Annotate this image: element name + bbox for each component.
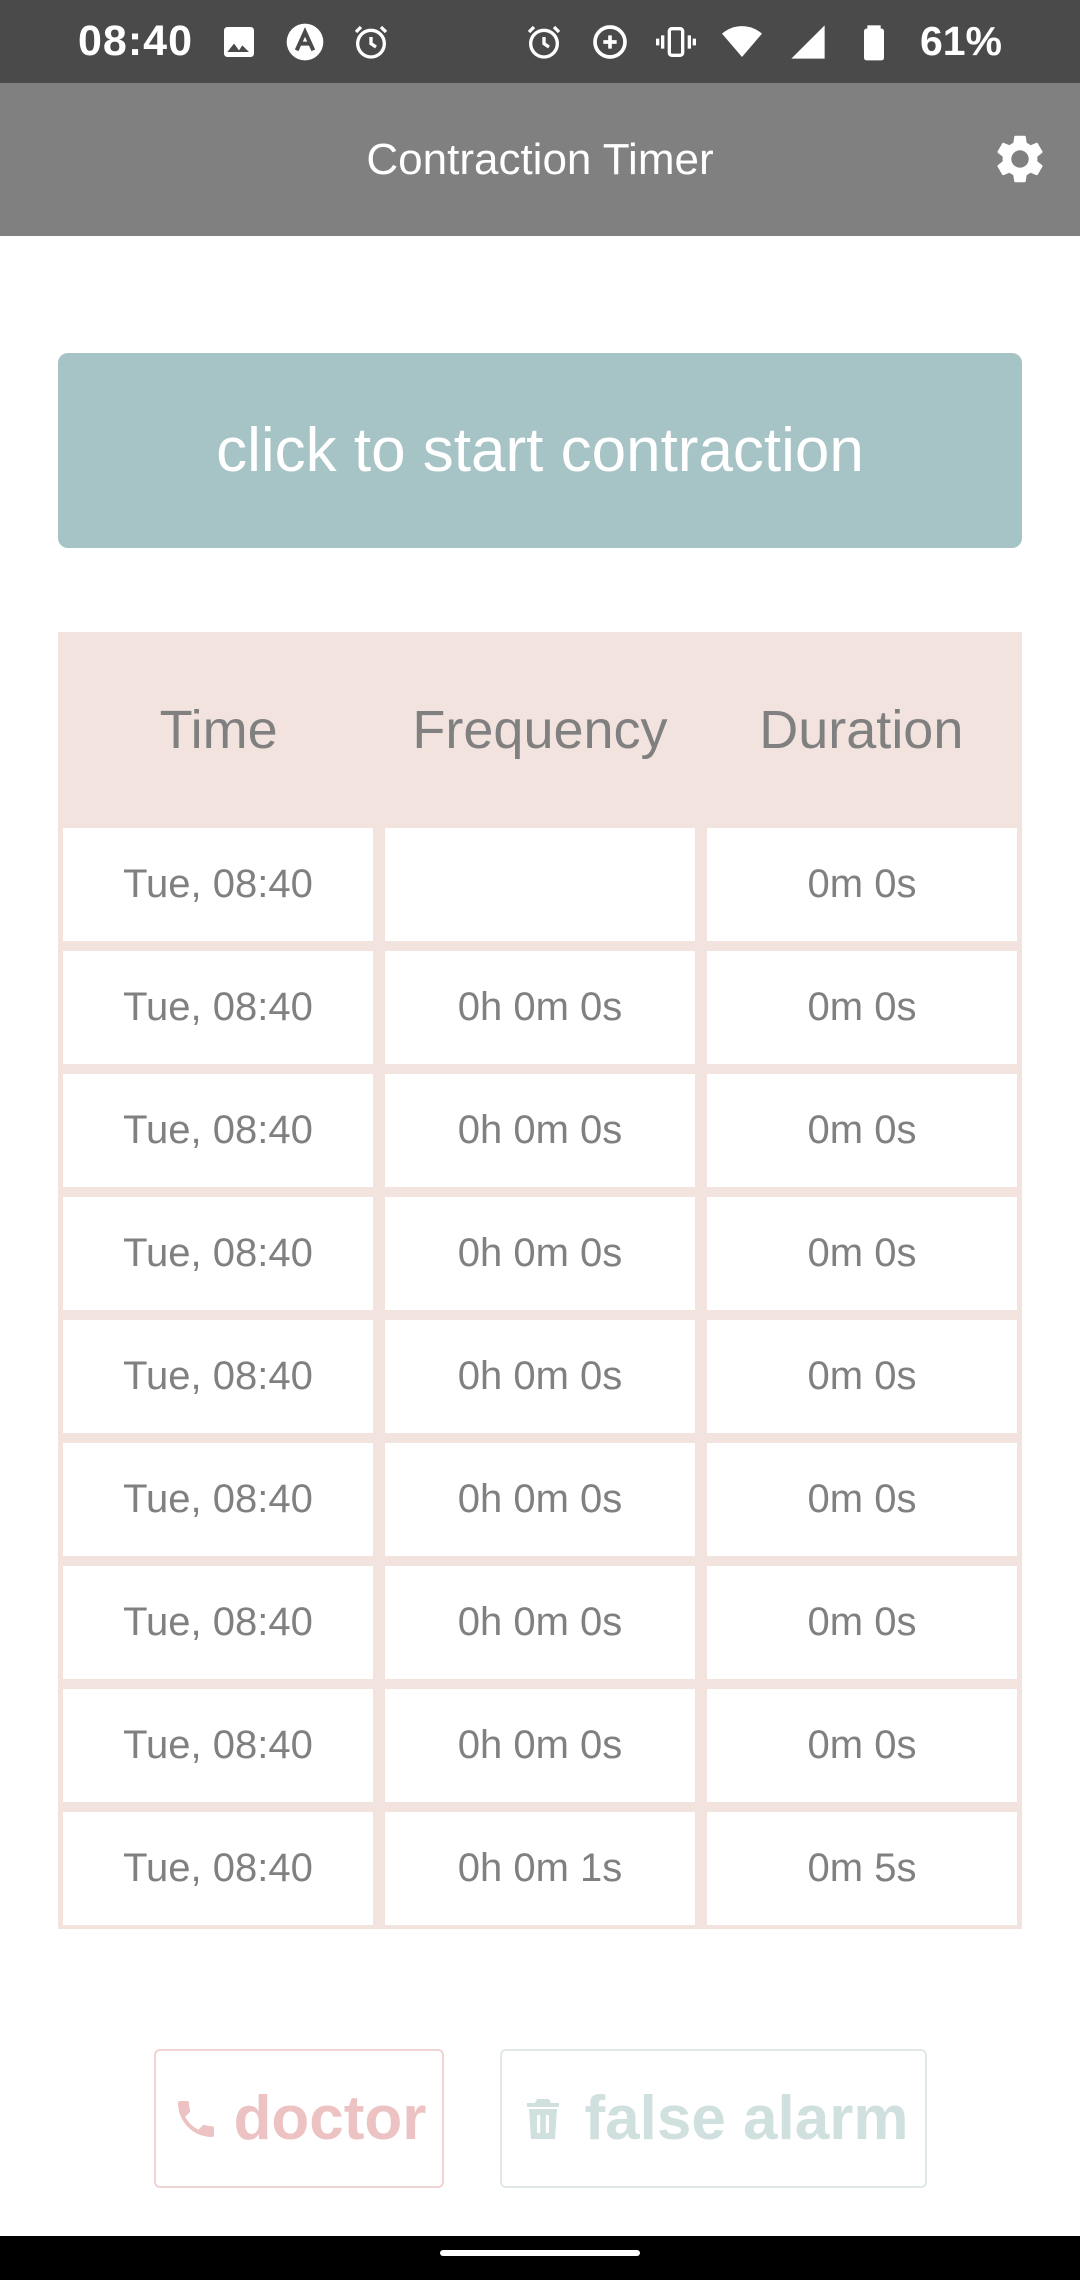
doctor-button[interactable]: doctor	[154, 2049, 444, 2188]
navigation-bar	[0, 2236, 1080, 2280]
data-saver-icon	[590, 22, 630, 62]
cell-frequency: 0h 0m 0s	[385, 1566, 695, 1679]
phone-icon	[172, 2093, 220, 2145]
cell-duration: 0m 0s	[707, 1443, 1017, 1556]
cell-frequency: 0h 0m 1s	[385, 1812, 695, 1925]
table-row: Tue, 08:40 0h 0m 0s 0m 0s	[58, 1197, 1022, 1310]
status-left: 08:40	[78, 17, 391, 66]
signal-icon	[788, 22, 828, 62]
page-title: Contraction Timer	[366, 134, 714, 184]
cell-time: Tue, 08:40	[63, 1074, 373, 1187]
cell-duration: 0m 0s	[707, 828, 1017, 941]
cell-duration: 0m 0s	[707, 1566, 1017, 1679]
column-header-duration: Duration	[759, 700, 964, 760]
doctor-label: doctor	[233, 2084, 427, 2153]
cell-duration: 0m 0s	[707, 951, 1017, 1064]
cell-frequency: 0h 0m 0s	[385, 1443, 695, 1556]
column-header-frequency: Frequency	[412, 700, 668, 760]
home-gesture-handle[interactable]	[440, 2250, 640, 2256]
cell-duration: 0m 0s	[707, 1320, 1017, 1433]
gear-icon	[997, 135, 1043, 183]
table-row: Tue, 08:40 0h 0m 0s 0m 0s	[58, 951, 1022, 1064]
cell-time: Tue, 08:40	[63, 1443, 373, 1556]
status-bar: 08:40 61%	[0, 0, 1080, 83]
app-a-icon	[285, 22, 325, 62]
cell-frequency: 0h 0m 0s	[385, 1320, 695, 1433]
table-row: Tue, 08:40 0h 0m 0s 0m 0s	[58, 1074, 1022, 1187]
image-icon	[219, 22, 259, 62]
wifi-icon	[721, 22, 762, 62]
cell-frequency: 0h 0m 0s	[385, 1197, 695, 1310]
cell-duration: 0m 0s	[707, 1197, 1017, 1310]
cell-frequency	[385, 828, 695, 941]
column-header-time: Time	[159, 700, 278, 760]
cell-time: Tue, 08:40	[63, 828, 373, 941]
cell-time: Tue, 08:40	[63, 951, 373, 1064]
table-row: Tue, 08:40 0h 0m 0s 0m 0s	[58, 1443, 1022, 1556]
cell-time: Tue, 08:40	[63, 1566, 373, 1679]
cell-frequency: 0h 0m 0s	[385, 1689, 695, 1802]
false-alarm-label: false alarm	[584, 2084, 909, 2153]
cell-frequency: 0h 0m 0s	[385, 951, 695, 1064]
settings-button[interactable]	[988, 127, 1052, 191]
alarm-icon	[524, 22, 564, 62]
cell-time: Tue, 08:40	[63, 1689, 373, 1802]
cell-time: Tue, 08:40	[63, 1197, 373, 1310]
battery-percent: 61%	[919, 18, 1002, 64]
start-contraction-button[interactable]: click to start contraction	[58, 353, 1022, 548]
app-bar: Contraction Timer	[0, 83, 1080, 236]
contractions-table: Time Frequency Duration Tue, 08:40 0m 0s…	[58, 632, 1022, 1929]
table-row: Tue, 08:40 0h 0m 1s 0m 5s	[58, 1812, 1022, 1925]
table-row: Tue, 08:40 0m 0s	[58, 828, 1022, 941]
vibrate-icon	[655, 22, 696, 62]
cell-time: Tue, 08:40	[63, 1320, 373, 1433]
battery-icon	[854, 22, 894, 62]
table-row: Tue, 08:40 0h 0m 0s 0m 0s	[58, 1566, 1022, 1679]
table-row: Tue, 08:40 0h 0m 0s 0m 0s	[58, 1320, 1022, 1433]
cell-duration: 0m 0s	[707, 1074, 1017, 1187]
cell-time: Tue, 08:40	[63, 1812, 373, 1925]
status-right: 61%	[524, 18, 1002, 65]
table-row: Tue, 08:40 0h 0m 0s 0m 0s	[58, 1689, 1022, 1802]
alarm-icon	[351, 22, 391, 62]
table-header: Time Frequency Duration	[58, 632, 1022, 828]
status-time: 08:40	[78, 17, 193, 65]
cell-frequency: 0h 0m 0s	[385, 1074, 695, 1187]
trash-icon	[519, 2093, 567, 2145]
cell-duration: 0m 0s	[707, 1689, 1017, 1802]
false-alarm-button[interactable]: false alarm	[500, 2049, 927, 2188]
cell-duration: 0m 5s	[707, 1812, 1017, 1925]
